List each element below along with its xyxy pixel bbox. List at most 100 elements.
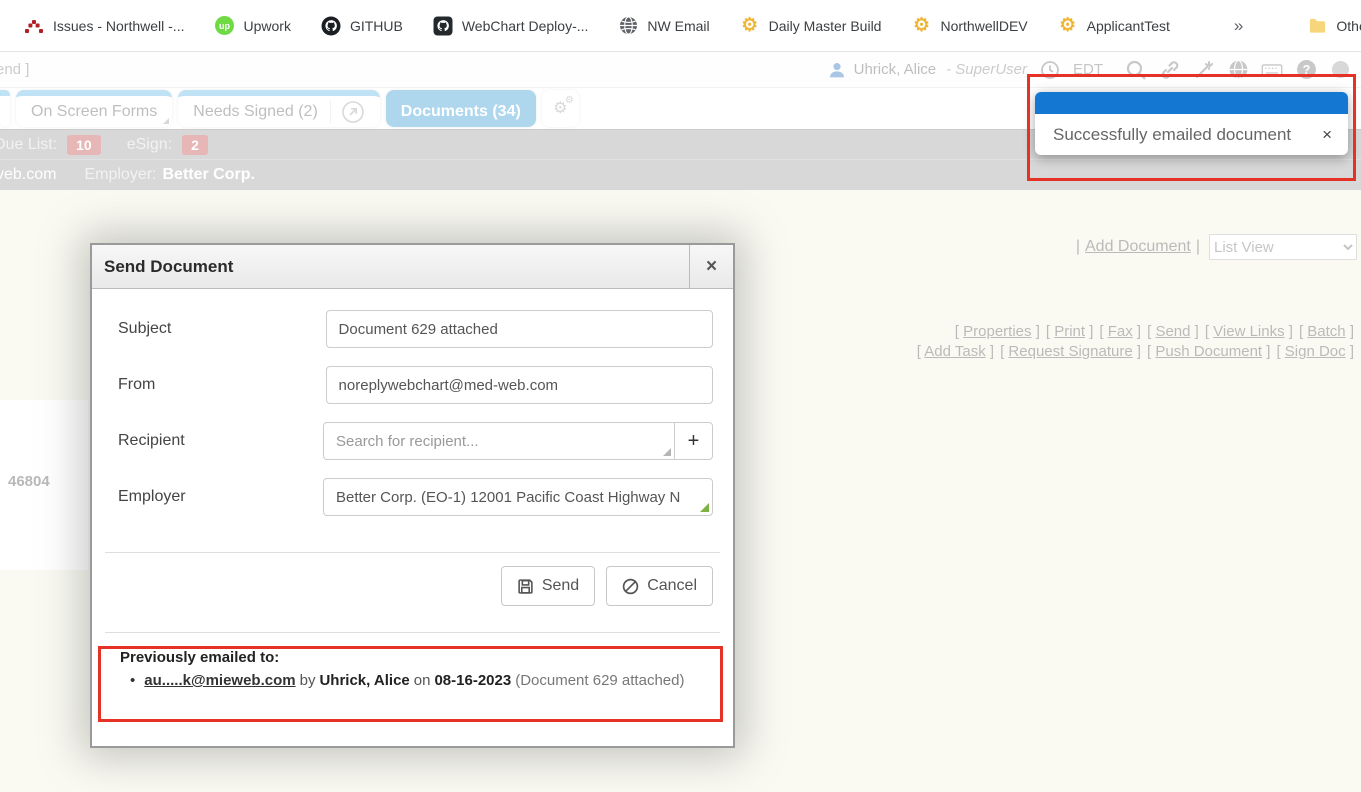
bookmark-github[interactable]: GITHUB [321,16,403,36]
bookmark-upwork[interactable]: up Upwork [214,16,290,36]
user-menu[interactable]: Uhrick, Alice - SuperUser [826,59,1027,81]
email-fragment: veb.com [0,166,56,184]
subject-input[interactable] [326,310,713,348]
bookmark-daily-master-build[interactable]: ⚙ Daily Master Build [740,16,882,36]
previously-emailed-section: Previously emailed to: • au.....k@mieweb… [118,649,713,689]
from-input[interactable] [326,366,713,404]
github-dark-icon [433,16,453,36]
bookmark-label: Issues - Northwell -... [53,18,184,34]
employer-label: Employer: [84,166,156,184]
bookmark-nw-email[interactable]: NW Email [618,16,709,36]
tab-partial[interactable] [0,90,10,127]
tab-settings-button[interactable]: ⚙ ⚙ [542,90,579,127]
action-view-links[interactable]: View Links [1213,323,1284,340]
action-push-document[interactable]: Push Document [1155,343,1262,360]
tab-documents[interactable]: Documents (34) [386,90,536,127]
tab-label: On Screen Forms [31,103,157,121]
bookmark-applicanttest[interactable]: ⚙ ApplicantTest [1058,16,1170,36]
action-sign-doc[interactable]: Sign Doc [1285,343,1346,360]
folder-icon [1307,16,1327,36]
recipient-label: Recipient [118,432,323,450]
modal-buttons: Send Cancel [118,566,713,606]
webchart-gear-icon: ⚙ [1058,16,1078,36]
modal-close-button[interactable]: × [689,245,733,288]
cancel-button-label: Cancel [647,577,697,595]
recipient-group: + [323,422,713,460]
webchart-gear-icon: ⚙ [740,16,760,36]
bookmark-label: NorthwellDEV [940,18,1027,34]
tab-on-screen-forms[interactable]: On Screen Forms [16,90,172,127]
action-request-signature[interactable]: Request Signature [1008,343,1132,360]
bookmarks-bar: Issues - Northwell -... up Upwork GITHUB [0,0,1361,52]
user-name: Uhrick, Alice [854,61,937,78]
upwork-icon: up [214,16,234,36]
toast-close-button[interactable]: × [1320,125,1334,145]
toast-message: Successfully emailed document [1053,125,1320,145]
add-document-link[interactable]: Add Document [1085,238,1191,256]
action-add-task[interactable]: Add Task [924,343,985,360]
action-fax[interactable]: Fax [1108,323,1133,340]
bookmark-label: Upwork [243,18,290,34]
action-batch[interactable]: Batch [1307,323,1345,340]
view-mode-select[interactable]: List View [1209,234,1357,260]
bookmark-label: Daily Master Build [769,18,882,34]
globe-icon[interactable] [1227,59,1249,81]
resize-grip-green-icon[interactable] [700,503,709,512]
due-list-badge[interactable]: 10 [67,135,101,155]
success-toast: Successfully emailed document × [1035,92,1348,155]
cancel-icon [622,578,639,595]
by-label: by [300,672,316,689]
previously-emailed-heading: Previously emailed to: [120,649,713,666]
wand-icon[interactable] [1193,59,1215,81]
add-recipient-button[interactable]: + [675,422,713,460]
employer-value: Better Corp. [163,166,255,184]
subject-label: Subject [118,320,326,338]
gears-icon-small: ⚙ [565,96,574,106]
document-actions-row1: [ Properties ][ Print ][ Fax ][ Send ][ … [914,322,1357,342]
keyboard-icon[interactable] [1261,59,1283,81]
tab-needs-signed[interactable]: Needs Signed (2) [178,90,380,127]
action-properties[interactable]: Properties [963,323,1031,340]
tab-corner-marker [163,118,169,124]
toolbar-left-fragment: end ] [0,61,29,78]
popout-icon[interactable] [330,100,365,124]
bookmark-label: GITHUB [350,18,403,34]
user-icon [826,59,848,81]
recipient-search-input[interactable] [323,422,675,460]
send-button[interactable]: Send [501,566,595,606]
help-icon[interactable]: ? [1295,59,1317,81]
cancel-button[interactable]: Cancel [606,566,713,606]
bookmark-northwelldev[interactable]: ⚙ NorthwellDEV [911,16,1027,36]
user-role: - SuperUser [946,61,1027,78]
esign-badge[interactable]: 2 [182,135,208,155]
status-dot-icon [1329,59,1351,81]
other-bookmarks-label: Other bookmarks [1336,18,1361,34]
tab-label: Needs Signed (2) [193,103,318,121]
link-icon[interactable] [1159,59,1181,81]
employer-input[interactable] [323,478,713,516]
toast-accent-bar [1035,92,1348,114]
action-print[interactable]: Print [1054,323,1085,340]
previous-recipient-email-link[interactable]: au.....k@mieweb.com [144,672,295,689]
github-icon [321,16,341,36]
globe-icon [618,16,638,36]
divider [105,632,720,633]
clock-icon[interactable] [1039,59,1061,81]
resize-grip-icon[interactable] [663,448,671,456]
modal-title: Send Document [92,245,689,288]
bookmarks-overflow-chevron[interactable]: » [1230,16,1247,36]
action-send[interactable]: Send [1155,323,1190,340]
bookmark-issues[interactable]: Issues - Northwell -... [24,16,184,36]
search-icon[interactable] [1125,59,1147,81]
modal-body: Subject From Recipient + Employer [92,289,733,689]
screen: Issues - Northwell -... up Upwork GITHUB [0,0,1361,792]
from-label: From [118,376,326,394]
bullet: • [130,672,135,689]
esign-label: eSign: [127,136,172,154]
svg-text:?: ? [1302,63,1310,77]
pipe-separator: | [1196,238,1200,256]
document-actions: [ Properties ][ Print ][ Fax ][ Send ][ … [914,322,1357,362]
bookmark-webchart-deploy[interactable]: WebChart Deploy-... [433,16,589,36]
send-button-label: Send [542,577,579,595]
other-bookmarks[interactable]: Other bookmarks [1307,16,1361,36]
